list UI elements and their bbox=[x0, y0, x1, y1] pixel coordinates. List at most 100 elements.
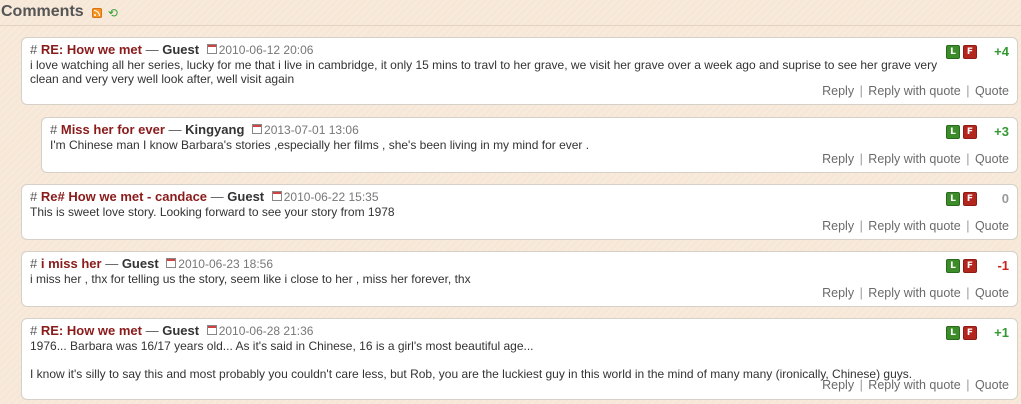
reply-with-quote-link[interactable]: Reply with quote bbox=[868, 84, 960, 98]
reply-with-quote-link[interactable]: Reply with quote bbox=[868, 219, 960, 233]
comment-date: 2010-06-23 18:56 bbox=[178, 257, 274, 271]
separator-dash: — bbox=[210, 189, 224, 204]
vote-box: L F +4 bbox=[946, 44, 1009, 59]
comment-date: 2010-06-12 20:06 bbox=[218, 43, 314, 57]
vote-score: -1 bbox=[997, 258, 1009, 273]
separator: | bbox=[966, 152, 970, 166]
calendar-icon bbox=[271, 191, 282, 201]
vote-score: +4 bbox=[994, 44, 1009, 59]
comment-author: Guest bbox=[227, 189, 265, 204]
comment-actions: Reply | Reply with quote | Quote bbox=[822, 152, 1009, 166]
separator-dash: — bbox=[105, 256, 119, 271]
separator: | bbox=[966, 219, 970, 233]
separator: | bbox=[966, 286, 970, 300]
comment-date: 2013-07-01 13:06 bbox=[264, 123, 359, 137]
vote-box: L F +1 bbox=[946, 325, 1009, 340]
comment-permalink[interactable]: # bbox=[30, 42, 37, 57]
comment-text: i love watching all her series, lucky fo… bbox=[30, 58, 938, 72]
vote-up-icon[interactable]: L bbox=[946, 44, 960, 59]
comment: # Re# How we met - candace — Guest 2010-… bbox=[21, 184, 1018, 240]
comment-text: i miss her , thx for telling us the stor… bbox=[30, 272, 471, 286]
comment-permalink[interactable]: # bbox=[30, 323, 37, 338]
separator: | bbox=[859, 286, 863, 300]
comment-subject: Re# How we met - candace bbox=[40, 189, 208, 204]
comment-permalink[interactable]: # bbox=[30, 256, 37, 271]
reply-link[interactable]: Reply bbox=[822, 84, 854, 98]
header-divider bbox=[0, 25, 1021, 26]
comment-date: 2010-06-28 21:36 bbox=[218, 324, 314, 338]
separator-dash: — bbox=[168, 122, 182, 137]
comment-body: i miss her , thx for telling us the stor… bbox=[30, 272, 471, 286]
separator: | bbox=[966, 378, 970, 392]
comment-actions: Reply | Reply with quote | Quote bbox=[822, 84, 1009, 98]
rss-icon[interactable] bbox=[91, 8, 102, 18]
comment-body: I'm Chinese man I know Barbara's stories… bbox=[50, 138, 589, 152]
separator: | bbox=[859, 378, 863, 392]
vote-up-icon[interactable]: L bbox=[946, 325, 960, 340]
comments-header: Comments ⟲ bbox=[0, 0, 1021, 24]
separator: | bbox=[859, 152, 863, 166]
vote-down-icon[interactable]: F bbox=[963, 191, 977, 206]
comments-title: Comments bbox=[1, 3, 84, 20]
comment-body: 1976... Barbara was 16/17 years old... A… bbox=[30, 339, 912, 381]
comment: # i miss her — Guest 2010-06-23 18:56 L … bbox=[21, 251, 1018, 307]
vote-box: L F 0 bbox=[946, 191, 1009, 206]
separator: | bbox=[859, 84, 863, 98]
calendar-icon bbox=[206, 325, 217, 335]
comment-actions: Reply | Reply with quote | Quote bbox=[822, 219, 1009, 233]
vote-up-icon[interactable]: L bbox=[946, 258, 960, 273]
quote-link[interactable]: Quote bbox=[975, 286, 1009, 300]
comment-header: # RE: How we met — Guest 2010-06-28 21:3… bbox=[30, 323, 313, 338]
comment-author: Kingyang bbox=[185, 122, 245, 137]
calendar-icon bbox=[252, 124, 263, 134]
vote-score: +3 bbox=[994, 124, 1009, 139]
comment-text: clean and very very well look after, wel… bbox=[30, 72, 295, 86]
separator-dash: — bbox=[145, 42, 159, 57]
quote-link[interactable]: Quote bbox=[975, 84, 1009, 98]
quote-link[interactable]: Quote bbox=[975, 152, 1009, 166]
quote-link[interactable]: Quote bbox=[975, 378, 1009, 392]
vote-box: L F +3 bbox=[946, 124, 1009, 139]
comment: # RE: How we met — Guest 2010-06-28 21:3… bbox=[21, 318, 1018, 400]
reply-link[interactable]: Reply bbox=[822, 219, 854, 233]
separator: | bbox=[859, 219, 863, 233]
comment-subject: i miss her bbox=[40, 256, 102, 271]
comment-header: # Re# How we met - candace — Guest 2010-… bbox=[30, 189, 379, 204]
comment-text: This is sweet love story. Looking forwar… bbox=[30, 205, 395, 219]
vote-up-icon[interactable]: L bbox=[946, 124, 960, 139]
reply-with-quote-link[interactable]: Reply with quote bbox=[868, 152, 960, 166]
vote-down-icon[interactable]: F bbox=[963, 258, 977, 273]
vote-box: L F -1 bbox=[946, 258, 1009, 273]
separator-dash: — bbox=[145, 323, 159, 338]
comment-text: I'm Chinese man I know Barbara's stories… bbox=[50, 138, 590, 152]
comment-text: I know it's silly to say this and most p… bbox=[30, 367, 913, 381]
reply-link[interactable]: Reply bbox=[822, 286, 854, 300]
comment-header: # Miss her for ever — Kingyang 2013-07-0… bbox=[50, 122, 359, 137]
comment: # Miss her for ever — Kingyang 2013-07-0… bbox=[41, 117, 1018, 173]
comment-header: # RE: How we met — Guest 2010-06-12 20:0… bbox=[30, 42, 313, 57]
vote-down-icon[interactable]: F bbox=[963, 44, 977, 59]
vote-down-icon[interactable]: F bbox=[963, 124, 977, 139]
comment-header: # i miss her — Guest 2010-06-23 18:56 bbox=[30, 256, 273, 271]
comment-subject: RE: How we met bbox=[40, 323, 142, 338]
vote-up-icon[interactable]: L bbox=[946, 191, 960, 206]
vote-down-icon[interactable]: F bbox=[963, 325, 977, 340]
reply-link[interactable]: Reply bbox=[822, 378, 854, 392]
comment-permalink[interactable]: # bbox=[30, 189, 37, 204]
comment-body: i love watching all her series, lucky fo… bbox=[30, 58, 937, 86]
refresh-icon[interactable]: ⟲ bbox=[108, 6, 118, 20]
reply-with-quote-link[interactable]: Reply with quote bbox=[868, 286, 960, 300]
comment-actions: Reply | Reply with quote | Quote bbox=[822, 286, 1009, 300]
reply-link[interactable]: Reply bbox=[822, 152, 854, 166]
comment-text: 1976... Barbara was 16/17 years old... A… bbox=[30, 339, 534, 353]
quote-link[interactable]: Quote bbox=[975, 219, 1009, 233]
comment-subject: Miss her for ever bbox=[60, 122, 165, 137]
calendar-icon bbox=[166, 258, 177, 268]
separator: | bbox=[966, 84, 970, 98]
reply-with-quote-link[interactable]: Reply with quote bbox=[868, 378, 960, 392]
comment: # RE: How we met — Guest 2010-06-12 20:0… bbox=[21, 37, 1018, 105]
comment-date: 2010-06-22 15:35 bbox=[283, 190, 379, 204]
comment-author: Guest bbox=[121, 256, 159, 271]
comment-permalink[interactable]: # bbox=[50, 122, 57, 137]
comment-author: Guest bbox=[162, 42, 200, 57]
